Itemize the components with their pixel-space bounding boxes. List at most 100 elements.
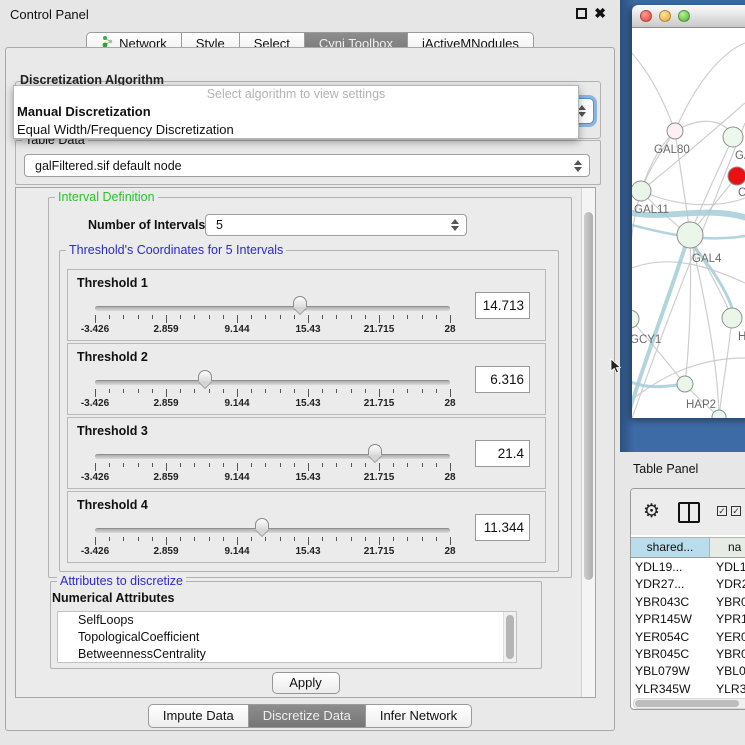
network-node[interactable]: [667, 123, 683, 139]
column-header-shared-name[interactable]: shared...: [631, 538, 710, 557]
slider-handle[interactable]: [255, 518, 269, 535]
thresholds-title: Threshold's Coordinates for 5 Intervals: [66, 243, 286, 257]
combo-stepper-icon: [574, 160, 582, 172]
table-panel: Table Panel ⚙ ✓ ✓ shared... na YDL19...Y…: [620, 452, 745, 745]
tab-infer-network[interactable]: Infer Network: [366, 704, 472, 728]
threshold-label: Threshold 2: [77, 350, 148, 364]
table-row[interactable]: YBR045CYBR0: [631, 646, 745, 663]
slider-tick-labels: -3.4262.8599.14415.4321.71528: [95, 398, 450, 410]
network-node[interactable]: [677, 222, 703, 248]
attribute-item-betweennesscentrality[interactable]: BetweennessCentrality: [58, 646, 516, 663]
attributes-title: Attributes to discretize: [57, 574, 186, 588]
network-window-titlebar: [632, 5, 745, 28]
threshold-label: Threshold 1: [77, 276, 148, 290]
threshold-value-field[interactable]: 11.344: [475, 514, 530, 541]
network-node[interactable]: [723, 127, 743, 147]
table-row[interactable]: YBL079WYBL0: [631, 663, 745, 680]
slider-handle[interactable]: [198, 370, 212, 387]
gear-icon[interactable]: ⚙: [643, 500, 660, 523]
tab-label: Discretize Data: [263, 705, 351, 727]
table-body: YDL19...YDL1YDR27...YDR2YBR043CYBR0YPR14…: [631, 559, 745, 704]
interval-definition-group: Interval Definition Number of Intervals …: [48, 197, 572, 578]
zoom-traffic-light-icon[interactable]: [678, 10, 690, 22]
number-of-intervals-combobox[interactable]: 5: [205, 214, 467, 236]
network-node[interactable]: [728, 167, 745, 185]
slider-ticks: [95, 389, 450, 398]
application: Control Panel ✖ NetworkStyleSelectCyni T…: [0, 0, 745, 745]
slider-handle[interactable]: [293, 296, 307, 313]
number-of-intervals-value: 5: [216, 218, 223, 232]
table-row[interactable]: YLR345WYLR3: [631, 681, 745, 698]
table-row[interactable]: YPR145WYPR1: [631, 611, 745, 628]
slider-handle[interactable]: [368, 444, 382, 461]
checkbox-icon[interactable]: ✓: [731, 506, 741, 516]
bottom-tab-bar: Impute Data Discretize Data Infer Network: [0, 704, 620, 728]
attribute-item-selfloops[interactable]: SelfLoops: [58, 612, 516, 629]
threshold-panel-2: Threshold 2 -3.4262.8599.14415.4321.71528…: [67, 343, 546, 415]
threshold-panel-1: Threshold 1 -3.4262.8599.14415.4321.71528…: [67, 269, 546, 341]
settings-scrollpane: Interval Definition Number of Intervals …: [15, 187, 596, 698]
slider-track[interactable]: [95, 306, 450, 311]
panel-title: Control Panel: [10, 7, 89, 22]
node-label: GAL80: [654, 144, 690, 156]
close-traffic-light-icon[interactable]: [640, 10, 652, 22]
tab-discretize-data[interactable]: Discretize Data: [249, 704, 366, 728]
attributes-list-scrollbar[interactable]: [503, 612, 516, 662]
slider-ticks: [95, 315, 450, 324]
node-label: HAP2: [686, 399, 716, 411]
table-toolbar: ⚙ ✓ ✓: [631, 489, 745, 535]
tab-label: Impute Data: [163, 705, 234, 727]
close-icon[interactable]: ✖: [594, 8, 606, 19]
table-row[interactable]: YER054CYER0: [631, 629, 745, 646]
right-side: GAL80GACGAL11GAL4HGCY1HAP2 Table Panel ⚙…: [620, 0, 745, 745]
network-node[interactable]: [712, 410, 726, 418]
column-header-name[interactable]: na: [710, 538, 745, 557]
combo-stepper-icon: [578, 105, 586, 117]
dropdown-prompt: Select algorithm to view settings: [14, 86, 578, 103]
threshold-label: Threshold 4: [77, 498, 148, 512]
slider-track[interactable]: [95, 380, 450, 385]
dropdown-option-equal-width-frequency-discretization[interactable]: Equal Width/Frequency Discretization: [14, 121, 578, 139]
float-window-icon[interactable]: [576, 8, 587, 19]
attribute-item-topologicalcoefficient[interactable]: TopologicalCoefficient: [58, 629, 516, 646]
node-label: C: [738, 187, 745, 199]
table-panel-title: Table Panel: [633, 462, 698, 476]
node-label: H: [738, 331, 745, 343]
minimize-traffic-light-icon[interactable]: [659, 10, 671, 22]
network-window: GAL80GACGAL11GAL4HGCY1HAP2: [632, 5, 745, 418]
dropdown-option-manual-discretization[interactable]: Manual Discretization: [14, 103, 578, 121]
table-data-combobox[interactable]: galFiltered.sif default node: [24, 154, 590, 177]
interval-definition-title: Interval Definition: [55, 190, 158, 204]
table-row[interactable]: YDL19...YDL1: [631, 559, 745, 576]
numerical-attributes-label: Numerical Attributes: [52, 591, 174, 605]
slider-tick-labels: -3.4262.8599.14415.4321.71528: [95, 324, 450, 336]
network-node[interactable]: [677, 376, 693, 392]
network-node[interactable]: [722, 308, 742, 328]
slider-track[interactable]: [95, 454, 450, 459]
settings-vertical-scrollbar[interactable]: [581, 188, 595, 697]
numerical-attributes-list[interactable]: SelfLoopsTopologicalCoefficientBetweenne…: [57, 611, 517, 663]
node-label: GAL11: [634, 204, 669, 216]
table-row[interactable]: YBR043CYBR0: [631, 594, 745, 611]
network-node[interactable]: [632, 181, 651, 201]
node-label: GAL4: [692, 253, 722, 265]
mouse-cursor-icon: [610, 358, 622, 379]
threshold-value-field[interactable]: 14.713: [475, 292, 530, 319]
table-row[interactable]: YDR27...YDR2: [631, 576, 745, 593]
slider-track[interactable]: [95, 528, 450, 533]
node-label: GA: [735, 150, 745, 162]
network-canvas[interactable]: GAL80GACGAL11GAL4HGCY1HAP2: [632, 28, 745, 418]
apply-button[interactable]: Apply: [272, 672, 340, 694]
table-horizontal-scrollbar[interactable]: [633, 698, 745, 709]
threshold-value-field[interactable]: 21.4: [475, 440, 530, 467]
node-table-window: ⚙ ✓ ✓ shared... na YDL19...YDL1YDR27...Y…: [630, 488, 745, 710]
network-node[interactable]: [632, 310, 639, 328]
algorithm-dropdown-popup: Select algorithm to view settings Manual…: [13, 85, 579, 139]
columns-icon[interactable]: [678, 502, 700, 523]
number-of-intervals-label: Number of Intervals: [88, 218, 205, 232]
tab-impute-data[interactable]: Impute Data: [148, 704, 249, 728]
threshold-panel-4: Threshold 4-3.4262.8599.14415.4321.71528…: [67, 491, 546, 563]
checkbox-icon[interactable]: ✓: [717, 506, 727, 516]
threshold-value-field[interactable]: 6.316: [475, 366, 530, 393]
thresholds-group: Threshold's Coordinates for 5 Intervals …: [59, 250, 559, 572]
